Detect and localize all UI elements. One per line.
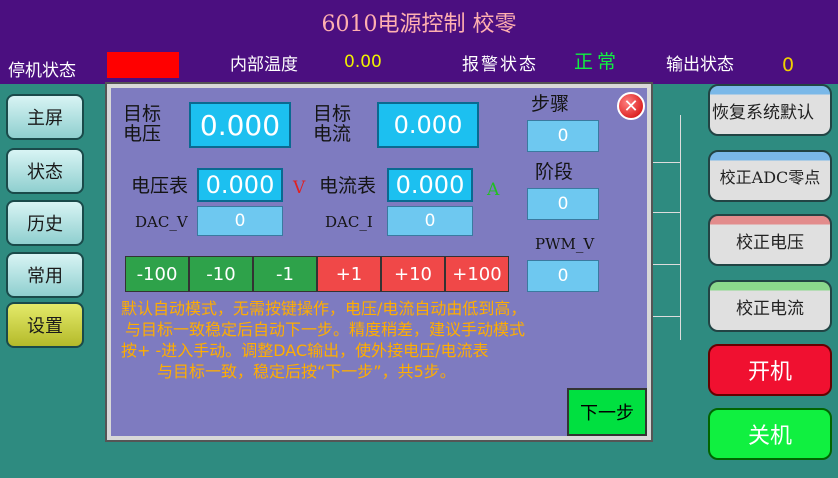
dac-i-label: DAC_I xyxy=(325,213,373,231)
dac-v-value: 0 xyxy=(197,206,283,236)
target-voltage-label: 目标 电压 xyxy=(123,103,162,145)
calibrate-current-button[interactable]: 校正电流 xyxy=(708,280,832,332)
step-value: 0 xyxy=(527,120,599,152)
calibration-dialog: ✕ 目标 电压 0.000 目标 电流 0.000 步骤 0 电压表 0.000… xyxy=(105,82,653,442)
output-status-value: 0 xyxy=(782,54,795,76)
dac-v-label: DAC_V xyxy=(135,213,188,231)
voltmeter-value: 0.000 xyxy=(197,168,283,202)
voltmeter-label: 电压表 xyxy=(131,175,189,197)
internal-temp-label: 内部温度 xyxy=(230,55,298,75)
background-grid-line xyxy=(651,264,681,265)
voltmeter-unit: V xyxy=(293,178,306,198)
ammeter-value: 0.000 xyxy=(387,168,473,202)
pwm-v-value: 0 xyxy=(527,260,599,292)
target-voltage-value: 0.000 xyxy=(189,102,291,148)
nav-history[interactable]: 历史 xyxy=(6,200,84,246)
background-grid-line xyxy=(651,212,681,213)
page-title: 6010电源控制 校零 xyxy=(321,12,517,37)
pwm-v-label: PWM_V xyxy=(535,235,595,253)
instructions-line: 默认自动模式，无需按键操作，电压/电流自动由低到高， xyxy=(121,299,527,318)
adjust-plus-100-button[interactable]: +100 xyxy=(445,256,509,292)
power-on-button[interactable]: 开机 xyxy=(708,344,832,396)
adjust-minus-10-button[interactable]: -10 xyxy=(189,256,253,292)
stage-value: 0 xyxy=(527,188,599,220)
instructions-line: 与目标一致，稳定后按“下一步”，共5步。 xyxy=(157,362,456,381)
background-grid xyxy=(651,115,681,340)
adjust-plus-10-button[interactable]: +10 xyxy=(381,256,445,292)
output-status-label: 输出状态 xyxy=(666,55,734,75)
nav-settings[interactable]: 设置 xyxy=(6,302,84,348)
ammeter-label: 电流表 xyxy=(319,175,377,197)
dac-i-value: 0 xyxy=(387,206,473,236)
stage-label: 阶段 xyxy=(535,161,574,183)
alarm-status-label: 报警状态 xyxy=(462,55,538,75)
step-label: 步骤 xyxy=(531,93,570,115)
background-grid-line xyxy=(651,316,681,317)
nav-main-screen[interactable]: 主屏 xyxy=(6,94,84,140)
close-icon[interactable]: ✕ xyxy=(617,92,645,120)
shutdown-status-label: 停机状态 xyxy=(8,61,76,81)
target-current-value: 0.000 xyxy=(377,102,479,148)
internal-temp-value: 0.00 xyxy=(344,52,382,72)
instructions-line: 按+ -进入手动。调整DAC输出，使外接电压/电流表 xyxy=(121,341,489,360)
calibrate-adc-zero-button[interactable]: 校正ADC零点 xyxy=(708,150,832,202)
shutdown-status-indicator xyxy=(107,52,179,78)
instructions-text: 默认自动模式，无需按键操作，电压/电流自动由低到高， 与目标一致稳定后自动下一步… xyxy=(121,298,641,382)
nav-common[interactable]: 常用 xyxy=(6,252,84,298)
instructions-line: 与目标一致稳定后自动下一步。精度稍差，建议手动模式 xyxy=(125,320,526,339)
nav-status[interactable]: 状态 xyxy=(6,148,84,194)
next-step-button[interactable]: 下一步 xyxy=(567,388,647,436)
alarm-status-value: 正常 xyxy=(574,51,621,73)
adjust-minus-1-button[interactable]: -1 xyxy=(253,256,317,292)
adjust-plus-1-button[interactable]: +1 xyxy=(317,256,381,292)
target-current-label: 目标 电流 xyxy=(313,103,352,145)
ammeter-unit: A xyxy=(487,180,500,200)
power-off-button[interactable]: 关机 xyxy=(708,408,832,460)
background-grid-line xyxy=(651,162,681,163)
restore-default-button[interactable]: 恢复系统默认 xyxy=(708,84,832,136)
calibrate-voltage-button[interactable]: 校正电压 xyxy=(708,214,832,266)
adjust-minus-100-button[interactable]: -100 xyxy=(125,256,189,292)
